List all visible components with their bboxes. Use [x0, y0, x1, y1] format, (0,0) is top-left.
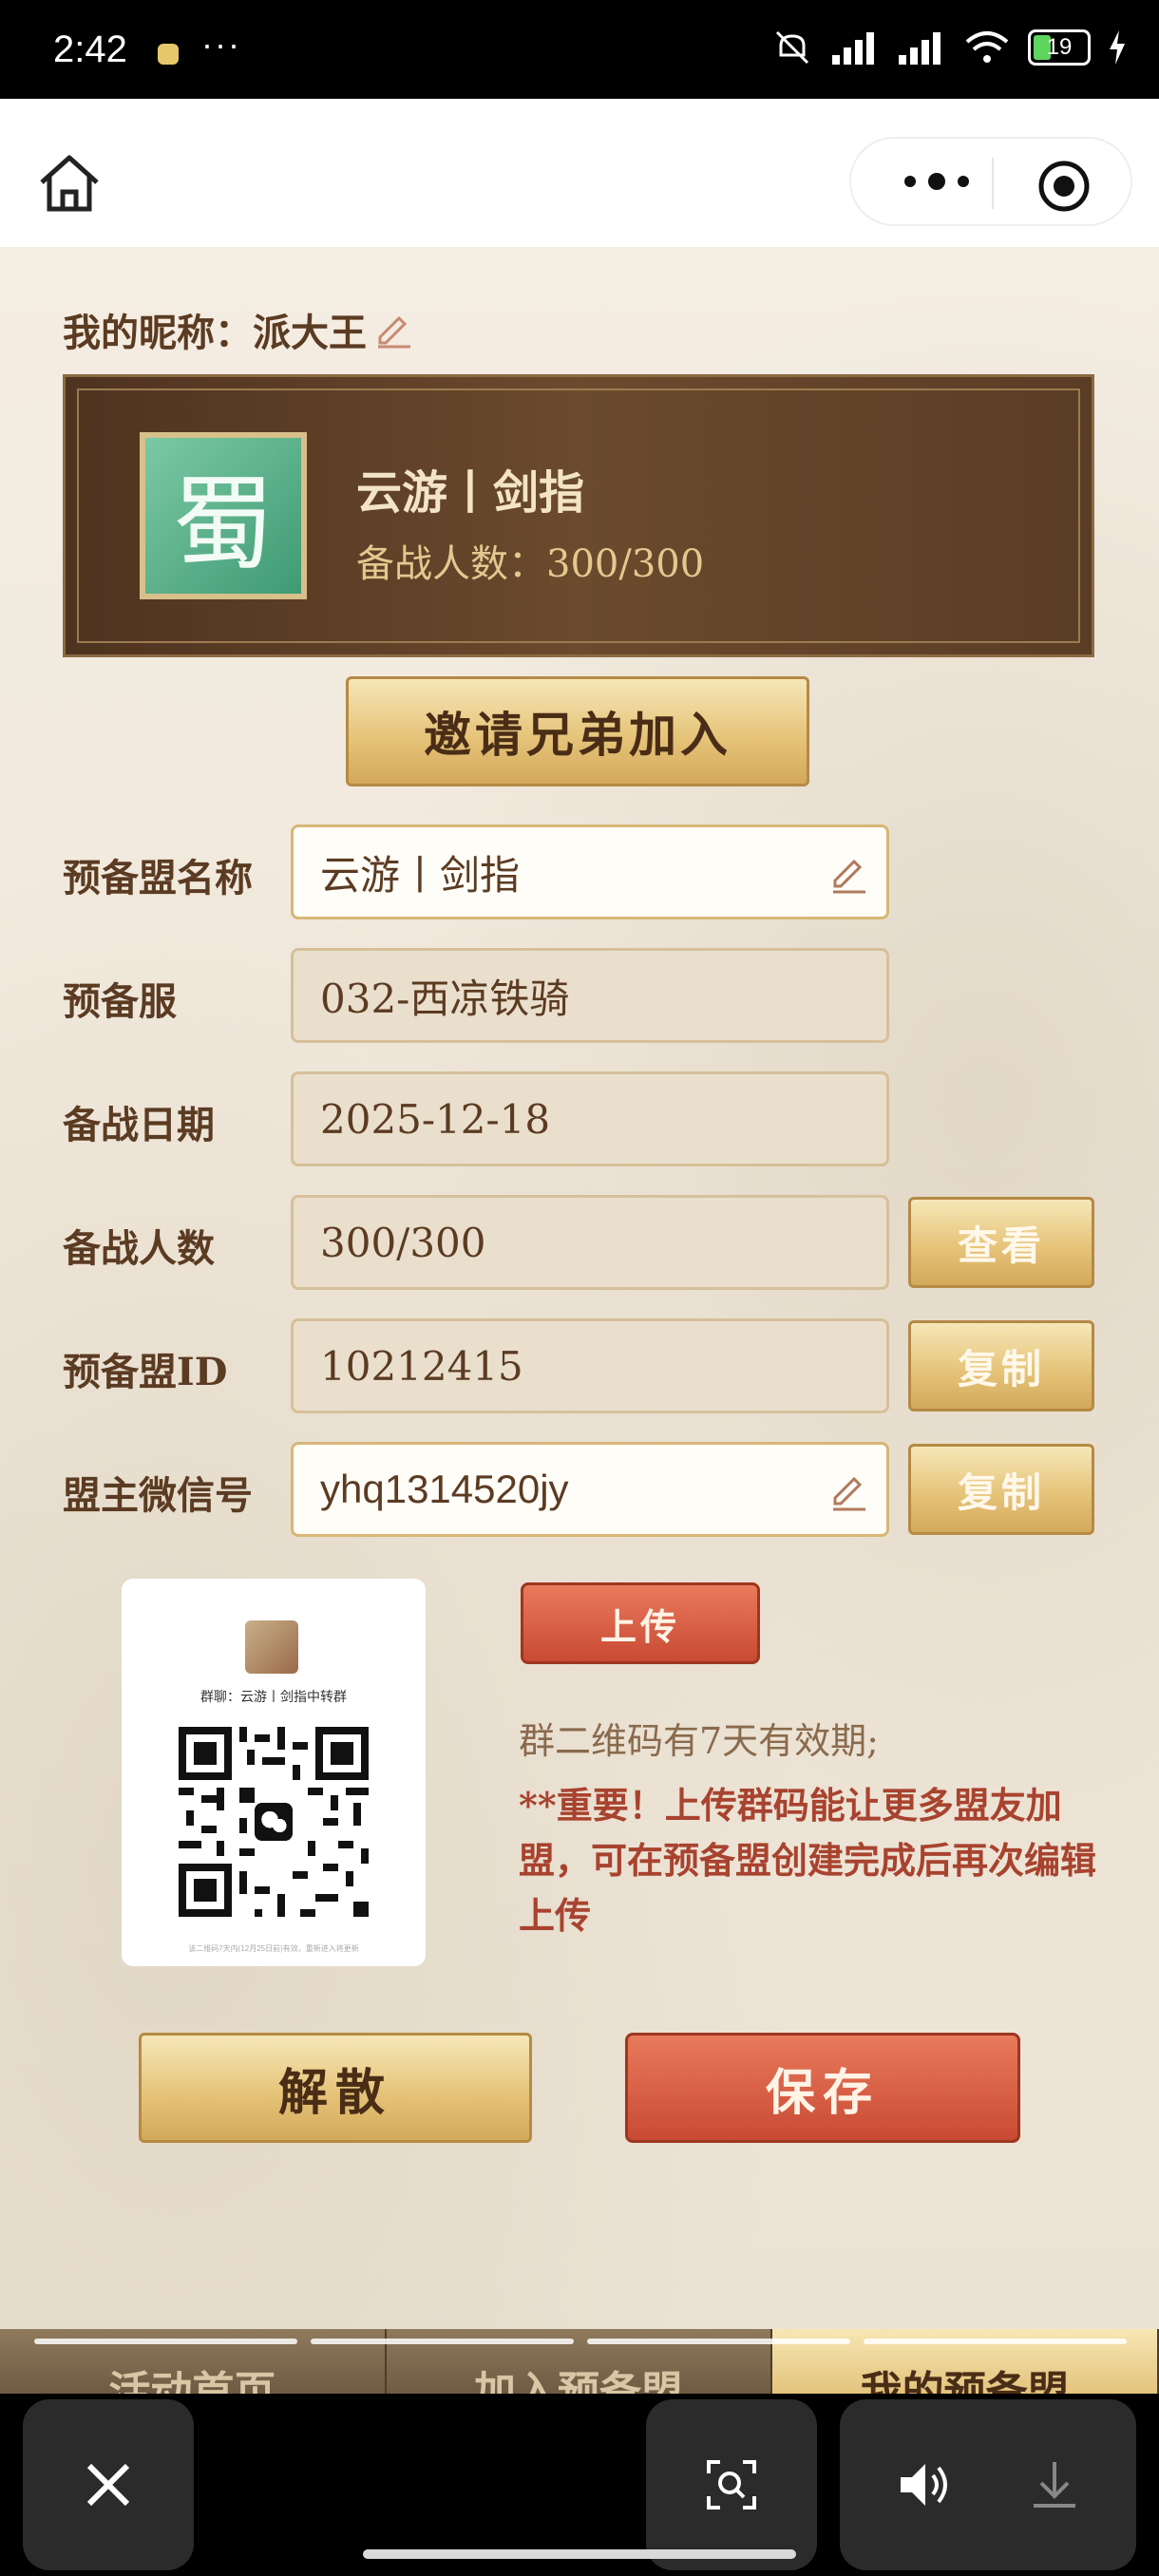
page-content: 我的昵称：派大王 蜀 云游丨剑指 备战人数：300/300 邀请兄弟加入 预备盟…	[0, 247, 1159, 2394]
tab-overlay-lines	[34, 2339, 1127, 2346]
capsule-divider	[992, 158, 994, 209]
bottom-tab-bar: 活动首页 加入预备盟 我的预备盟	[0, 2329, 1159, 2394]
volume-icon[interactable]	[897, 2458, 954, 2511]
group-avatar	[245, 1620, 298, 1674]
close-miniprogram-icon[interactable]	[1037, 160, 1091, 213]
edit-icon[interactable]	[372, 309, 414, 350]
dissolve-button[interactable]: 解散	[139, 2033, 532, 2143]
server-value: 032-西凉铁骑	[320, 975, 570, 1022]
nickname-row[interactable]: 我的昵称：派大王	[63, 302, 414, 357]
upload-button[interactable]: 上传	[521, 1582, 760, 1664]
status-bar: 2:42 ··· 19	[0, 0, 1159, 99]
copy-wechat-button[interactable]: 复制	[908, 1444, 1094, 1535]
status-icons: 19	[771, 28, 1127, 66]
home-icon[interactable]	[36, 152, 103, 215]
wechat-value: yhq1314520jy	[320, 1467, 569, 1511]
download-icon[interactable]	[1028, 2458, 1081, 2511]
nickname-text: 我的昵称：派大王	[63, 311, 367, 355]
close-icon	[86, 2463, 130, 2507]
media-controls	[840, 2399, 1136, 2570]
invite-button[interactable]: 邀请兄弟加入	[346, 676, 809, 786]
member-count-field: 300/300	[291, 1195, 889, 1290]
member-count-value: 300/300	[320, 1219, 486, 1266]
lens-button[interactable]	[646, 2399, 817, 2570]
wechat-label: 盟主微信号	[63, 1473, 253, 1518]
mini-program-navbar	[0, 99, 1159, 247]
alliance-name-value: 云游丨剑指	[320, 851, 521, 899]
alliance-id-label: 预备盟ID	[63, 1350, 228, 1394]
upload-important-hint: **重要！上传群码能让更多盟友加盟，可在预备盟创建完成后再次编辑上传	[519, 1784, 1097, 1937]
edit-icon[interactable]	[827, 852, 871, 896]
charging-icon	[1110, 30, 1125, 65]
qr-code-image	[179, 1727, 369, 1917]
alliance-name-label: 预备盟名称	[63, 856, 253, 900]
group-qr-card[interactable]: 群聊：云游丨剑指中转群 该二维码7天内(12月25日前)有效，重新进入将更新	[122, 1579, 426, 1966]
mute-icon	[775, 30, 809, 65]
banner-member-count: 备战人数：300/300	[356, 542, 705, 586]
clock: 2:42	[53, 28, 127, 70]
date-value: 2025-12-18	[320, 1095, 551, 1143]
banner-alliance-name: 云游丨剑指	[356, 466, 585, 520]
group-name: 群聊：云游丨剑指中转群	[200, 1689, 347, 1704]
qr-validity-hint: 群二维码有7天有效期;	[519, 1720, 879, 1762]
battery-icon: 19	[1028, 29, 1091, 66]
signal-icon-2	[899, 32, 940, 65]
lens-search-icon	[707, 2460, 756, 2510]
date-field: 2025-12-18	[291, 1071, 889, 1166]
notification-icon	[158, 44, 179, 65]
alliance-id-value: 10212415	[320, 1342, 523, 1390]
qr-validity-note: 该二维码7天内(12月25日前)有效，重新进入将更新	[188, 1944, 359, 1953]
member-count-label: 备战人数	[63, 1226, 215, 1271]
more-options-icon[interactable]	[889, 160, 984, 203]
faction-emblem: 蜀	[140, 432, 307, 599]
server-field: 032-西凉铁骑	[291, 948, 889, 1043]
capsule-menu	[849, 137, 1132, 226]
save-button[interactable]: 保存	[625, 2033, 1020, 2143]
date-label: 备战日期	[63, 1103, 215, 1147]
alliance-id-field: 10212415	[291, 1318, 889, 1413]
more-notifications: ···	[201, 25, 241, 64]
edit-icon[interactable]	[827, 1469, 871, 1513]
battery-level: 19	[1046, 34, 1073, 60]
alliance-name-field[interactable]: 云游丨剑指	[291, 824, 889, 919]
wifi-icon	[965, 31, 1009, 63]
close-button[interactable]	[23, 2399, 194, 2570]
alliance-banner: 蜀 云游丨剑指 备战人数：300/300	[63, 374, 1094, 657]
server-label: 预备服	[63, 979, 177, 1024]
signal-icon	[832, 32, 874, 65]
wechat-field[interactable]: yhq1314520jy	[291, 1442, 889, 1537]
view-button[interactable]: 查看	[908, 1197, 1094, 1288]
gesture-home-bar[interactable]	[363, 2549, 796, 2559]
copy-id-button[interactable]: 复制	[908, 1320, 1094, 1411]
